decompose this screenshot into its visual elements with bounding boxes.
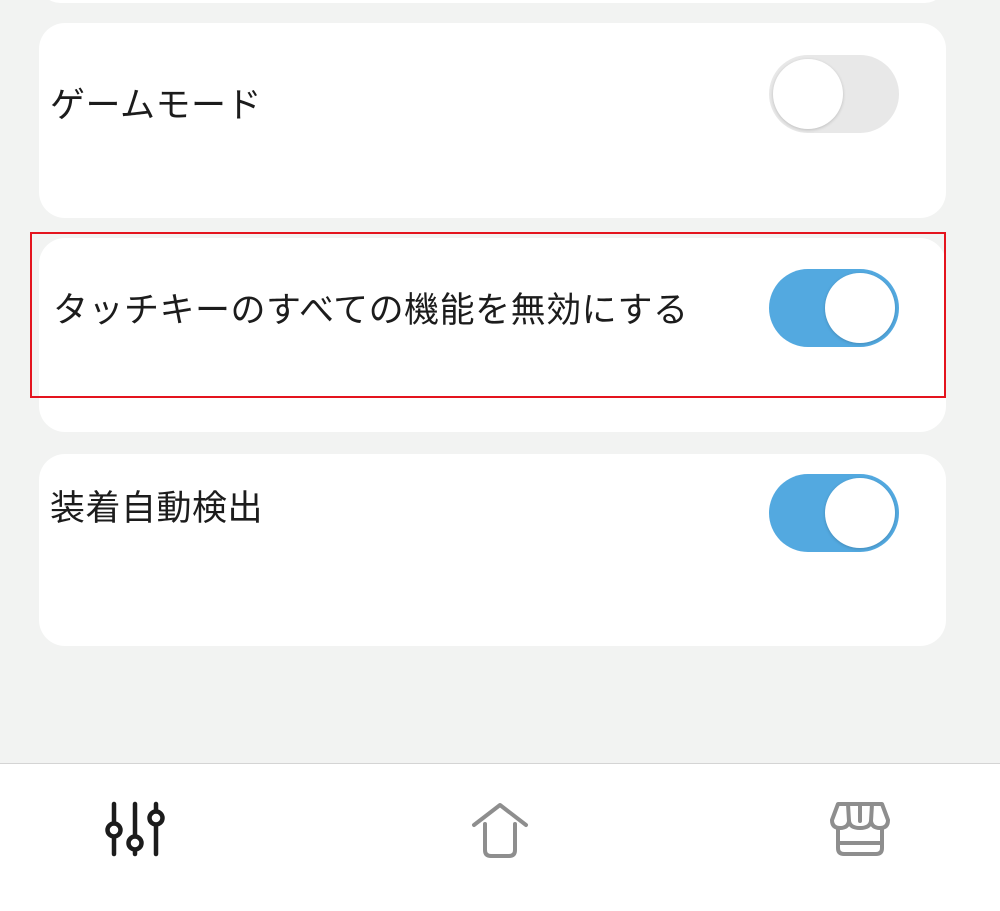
game-mode-toggle[interactable] — [769, 55, 899, 133]
store-icon — [830, 802, 890, 856]
sliders-icon — [105, 801, 165, 857]
game-mode-label: ゲームモード — [50, 86, 262, 126]
setting-row-disable-touch-keys: タッチキーのすべての機能を無効にする — [39, 238, 946, 432]
wear-detection-label: 装着自動検出 — [50, 489, 264, 529]
bottom-navigation — [0, 763, 1000, 911]
setting-row-game-mode: ゲームモード — [39, 23, 946, 218]
wear-detection-toggle[interactable] — [769, 474, 899, 552]
disable-touch-keys-toggle[interactable] — [769, 269, 899, 347]
home-icon — [472, 803, 528, 858]
nav-settings-tab[interactable] — [100, 794, 170, 864]
disable-touch-keys-label: タッチキーのすべての機能を無効にする — [53, 291, 689, 331]
toggle-knob — [825, 478, 895, 548]
settings-card-partial — [39, 0, 946, 3]
nav-home-tab[interactable] — [465, 794, 535, 864]
toggle-knob — [825, 273, 895, 343]
nav-store-tab[interactable] — [825, 794, 895, 864]
setting-row-wear-detection: 装着自動検出 — [39, 454, 946, 646]
toggle-knob — [773, 59, 843, 129]
